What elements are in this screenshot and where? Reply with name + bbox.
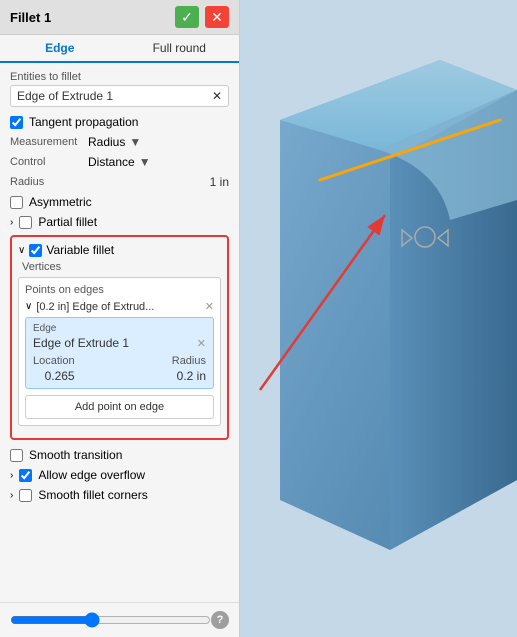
tangent-propagation-row: Tangent propagation <box>10 115 229 129</box>
allow-edge-overflow-checkbox[interactable] <box>19 469 32 482</box>
partial-fillet-chevron[interactable]: › <box>10 217 13 228</box>
edge-detail-label: Edge <box>33 323 206 334</box>
location-radius-row: Location 0.265 Radius 0.2 in <box>33 355 206 383</box>
measurement-label: Measurement <box>10 136 82 148</box>
variable-fillet-chevron[interactable]: ∨ <box>18 245 25 256</box>
smooth-fillet-corners-checkbox[interactable] <box>19 489 32 502</box>
tangent-propagation-label: Tangent propagation <box>29 115 138 129</box>
viewport-svg <box>240 0 517 637</box>
control-select[interactable]: Distance ▼ <box>88 155 151 169</box>
tab-full-round[interactable]: Full round <box>120 35 240 61</box>
title-bar: Fillet 1 ✓ ✕ <box>0 0 239 35</box>
control-label: Control <box>10 156 82 168</box>
tab-bar: Edge Full round <box>0 35 239 63</box>
asymmetric-label: Asymmetric <box>29 195 92 209</box>
title-actions: ✓ ✕ <box>175 6 229 28</box>
partial-fillet-checkbox[interactable] <box>19 216 32 229</box>
entities-close-icon[interactable]: ✕ <box>212 89 222 103</box>
smooth-fillet-corners-row: › Smooth fillet corners <box>10 488 229 502</box>
variable-fillet-header: ∨ Variable fillet <box>18 243 221 257</box>
smooth-transition-checkbox[interactable] <box>10 449 23 462</box>
smooth-transition-row: Smooth transition <box>10 448 229 462</box>
radius-row: Radius 1 in <box>10 175 229 189</box>
variable-fillet-section: ∨ Variable fillet Vertices Points on edg… <box>10 235 229 440</box>
smooth-fillet-corners-label: Smooth fillet corners <box>38 488 147 502</box>
allow-edge-overflow-chevron[interactable]: › <box>10 470 13 481</box>
slider[interactable] <box>10 612 211 628</box>
radius-sub-value: 0.2 in <box>172 369 206 383</box>
help-icon[interactable]: ? <box>211 611 229 629</box>
edge-item-row: ∨ [0.2 in] Edge of Extrud... ✕ <box>25 300 214 313</box>
edge-detail-value: Edge of Extrude 1 ✕ <box>33 336 206 350</box>
edge-item-close-icon[interactable]: ✕ <box>205 300 214 313</box>
measurement-select[interactable]: Radius ▼ <box>88 135 141 149</box>
radius-label: Radius <box>10 176 44 188</box>
tangent-propagation-checkbox[interactable] <box>10 116 23 129</box>
radius-value: 1 in <box>210 175 229 189</box>
location-label: Location <box>33 355 75 367</box>
points-on-edges-box: Points on edges ∨ [0.2 in] Edge of Extru… <box>18 277 221 426</box>
smooth-transition-label: Smooth transition <box>29 448 122 462</box>
entities-value: Edge of Extrude 1 <box>17 89 113 103</box>
partial-fillet-label: Partial fillet <box>38 215 97 229</box>
panel-content: Entities to fillet Edge of Extrude 1 ✕ T… <box>0 63 239 602</box>
edge-detail-close-icon[interactable]: ✕ <box>197 337 206 350</box>
location-value: 0.265 <box>33 369 75 383</box>
edge-detail-box: Edge Edge of Extrude 1 ✕ Location 0.265 … <box>25 317 214 389</box>
variable-fillet-label: Variable fillet <box>46 243 114 257</box>
cancel-button[interactable]: ✕ <box>205 6 229 28</box>
edge-item-text[interactable]: [0.2 in] Edge of Extrud... <box>36 301 200 313</box>
edge-item-chevron[interactable]: ∨ <box>25 301 32 312</box>
control-row: Control Distance ▼ <box>10 155 229 169</box>
measurement-dropdown-arrow: ▼ <box>129 135 141 149</box>
vertices-label: Vertices <box>18 261 221 273</box>
tab-edge[interactable]: Edge <box>0 35 120 63</box>
fillet-panel: Fillet 1 ✓ ✕ Edge Full round Entities to… <box>0 0 240 637</box>
edge-detail-text: Edge of Extrude 1 <box>33 336 129 350</box>
points-on-edges-label: Points on edges <box>25 284 214 296</box>
panel-title: Fillet 1 <box>10 10 51 25</box>
asymmetric-checkbox[interactable] <box>10 196 23 209</box>
smooth-fillet-corners-chevron[interactable]: › <box>10 490 13 501</box>
measurement-value: Radius <box>88 135 125 149</box>
allow-edge-overflow-row: › Allow edge overflow <box>10 468 229 482</box>
entities-group: Entities to fillet Edge of Extrude 1 ✕ <box>10 71 229 107</box>
asymmetric-row: Asymmetric <box>10 195 229 209</box>
radius-sub-label: Radius <box>172 355 206 367</box>
add-point-button[interactable]: Add point on edge <box>25 395 214 419</box>
allow-edge-overflow-label: Allow edge overflow <box>38 468 145 482</box>
control-value: Distance <box>88 155 135 169</box>
panel-footer: ? <box>0 602 239 637</box>
confirm-button[interactable]: ✓ <box>175 6 199 28</box>
measurement-row: Measurement Radius ▼ <box>10 135 229 149</box>
control-dropdown-arrow: ▼ <box>139 155 151 169</box>
3d-viewport <box>240 0 517 637</box>
entities-label: Entities to fillet <box>10 71 229 83</box>
slider-container <box>10 612 211 628</box>
partial-fillet-row: › Partial fillet <box>10 215 229 229</box>
entities-input[interactable]: Edge of Extrude 1 ✕ <box>10 85 229 107</box>
variable-fillet-checkbox[interactable] <box>29 244 42 257</box>
